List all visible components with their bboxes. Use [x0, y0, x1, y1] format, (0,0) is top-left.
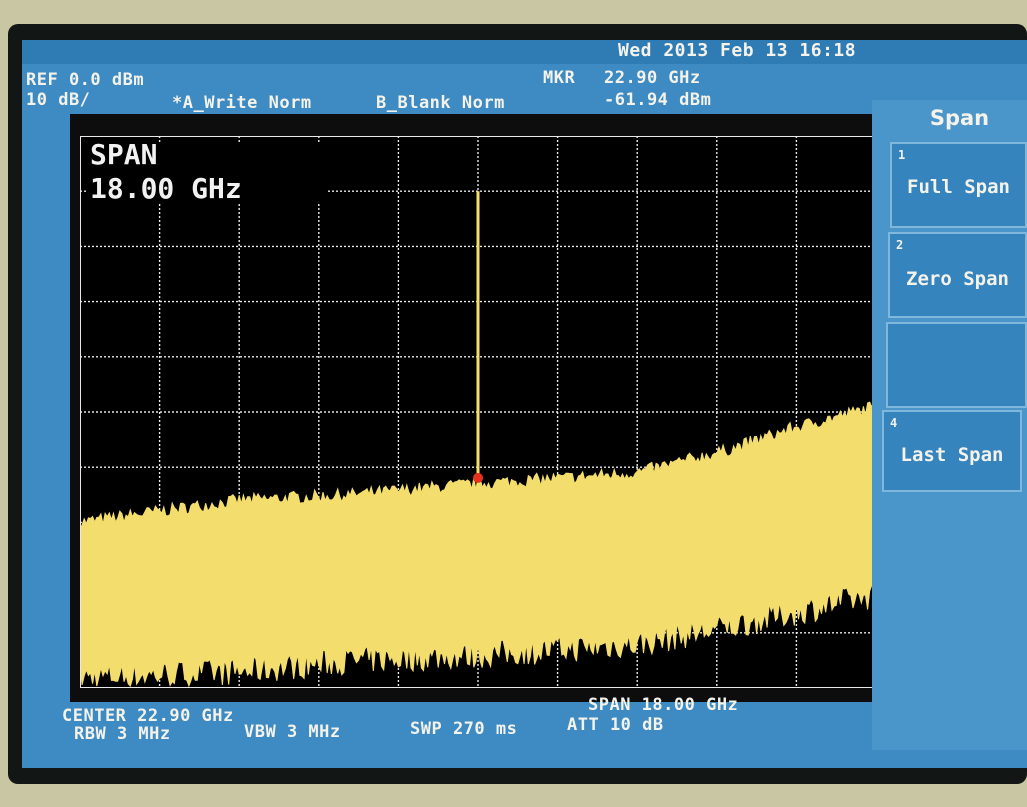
marker-amplitude: -61.94 dBm: [604, 90, 712, 110]
softkey-number: 1: [898, 148, 906, 162]
rbw-readout: RBW 3 MHz: [74, 724, 171, 744]
trace-b-mode: B_Blank Norm: [376, 93, 505, 113]
softkey-label: Last Span: [900, 444, 1004, 466]
trace-a-mode: *A_Write Norm: [172, 93, 312, 113]
datetime: Wed 2013 Feb 13 16:18: [618, 40, 857, 61]
last-span-softkey[interactable]: 4 Last Span: [882, 410, 1022, 492]
marker-dot: [473, 472, 483, 483]
marker-label: MKR: [543, 68, 576, 88]
sweep-time: SWP 270 ms: [410, 719, 518, 739]
ref-level: REF 0.0 dBm: [26, 70, 145, 90]
softkey-label: Full Span: [907, 176, 1010, 198]
spectrum-plot: SPAN 18.00 GHz: [80, 136, 876, 688]
status-bar: [22, 40, 1027, 64]
softkey-label: Zero Span: [906, 268, 1009, 290]
center-frequency: CENTER 22.90 GHz: [62, 706, 234, 726]
softkey-number: 2: [896, 238, 904, 252]
full-span-softkey[interactable]: 1 Full Span: [890, 142, 1027, 228]
zero-span-softkey[interactable]: 2 Zero Span: [888, 232, 1027, 318]
softkey-menu-title: Span: [929, 106, 990, 130]
span-annotation-label: SPAN: [90, 138, 157, 171]
span-annotation-value: 18.00 GHz: [90, 172, 242, 205]
scale-per-div: 10 dB/: [26, 90, 91, 110]
span-readout: SPAN 18.00 GHz: [588, 695, 739, 715]
softkey-number: 4: [890, 416, 898, 430]
vbw-readout: VBW 3 MHz: [244, 722, 341, 742]
attenuation: ATT 10 dB: [567, 715, 664, 735]
marker-frequency: 22.90 GHz: [604, 68, 701, 88]
empty-softkey: [886, 322, 1027, 408]
